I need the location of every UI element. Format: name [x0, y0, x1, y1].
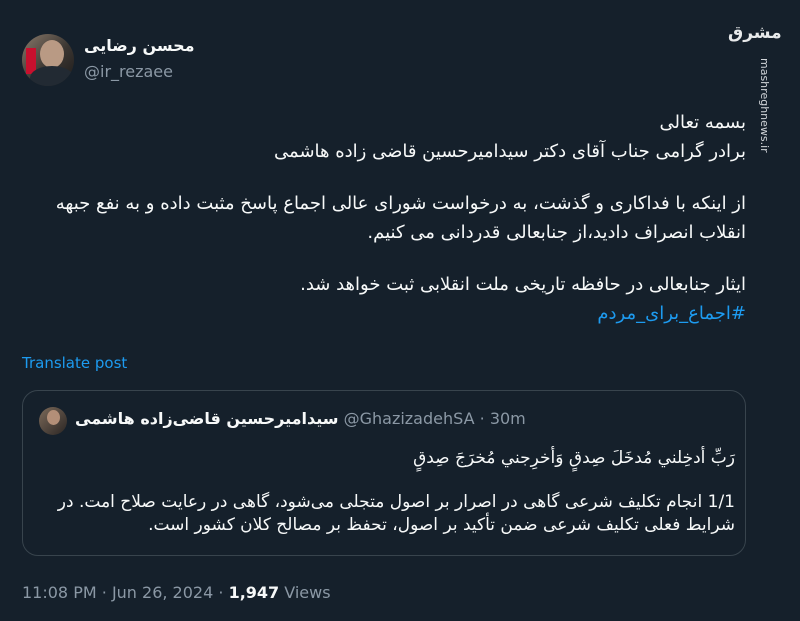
watermark-logo: مشرق	[728, 23, 782, 43]
author-handle[interactable]: @ir_rezaee	[84, 62, 173, 81]
translate-post-link[interactable]: Translate post	[22, 354, 127, 372]
separator: ·	[218, 583, 224, 602]
post-date[interactable]: Jun 26, 2024	[112, 583, 213, 602]
tweet-line: بسمه تعالی	[659, 112, 746, 133]
quoted-line: رَبِّ أدخِلني مُدخَلَ صِدقٍ وَأخرِجني مُ…	[413, 448, 735, 468]
author-display-name[interactable]: محسن رضایی	[84, 36, 195, 55]
views-label: Views	[284, 583, 331, 602]
quoted-author-avatar[interactable]	[39, 407, 67, 435]
quoted-tweet-card[interactable]: سیدامیرحسین قاضی‌زاده هاشمی @GhazizadehS…	[22, 390, 746, 556]
quoted-author-name[interactable]: سیدامیرحسین قاضی‌زاده هاشمی	[75, 409, 339, 428]
watermark-url: mashreghnews.ir	[758, 58, 771, 153]
author-avatar[interactable]	[22, 34, 74, 86]
avatar-face	[40, 40, 64, 68]
quoted-body: 1/1 انجام تکلیف شرعی گاهی در اصرار بر اص…	[57, 492, 735, 535]
post-time[interactable]: 11:08 PM	[22, 583, 97, 602]
quoted-text: رَبِّ أدخِلني مُدخَلَ صِدقٍ وَأخرِجني مُ…	[37, 447, 735, 537]
avatar-body	[30, 66, 74, 86]
tweet-line: برادر گرامی جناب آقای دکتر سیدامیرحسین ق…	[274, 141, 746, 162]
separator: ·	[101, 583, 107, 602]
views-count: 1,947	[228, 583, 280, 602]
quoted-header: سیدامیرحسین قاضی‌زاده هاشمی @GhazizadehS…	[75, 409, 526, 428]
tweet-text: بسمه تعالی برادر گرامی جناب آقای دکتر سی…	[20, 108, 746, 328]
quoted-timestamp[interactable]: 30m	[490, 409, 526, 428]
tweet-line: از اینکه با فداکاری و گذشت، به درخواست ش…	[55, 193, 746, 243]
tweet-line: ایثار جنابعالی در حافظه تاریخی ملت انقلا…	[300, 274, 746, 295]
hashtag-link[interactable]: #اجماع_برای_مردم	[20, 299, 746, 328]
separator: ·	[479, 409, 485, 428]
tweet-meta: 11:08 PM · Jun 26, 2024 · 1,947 Views	[22, 583, 331, 602]
quoted-author-handle[interactable]: @GhazizadehSA	[344, 409, 475, 428]
